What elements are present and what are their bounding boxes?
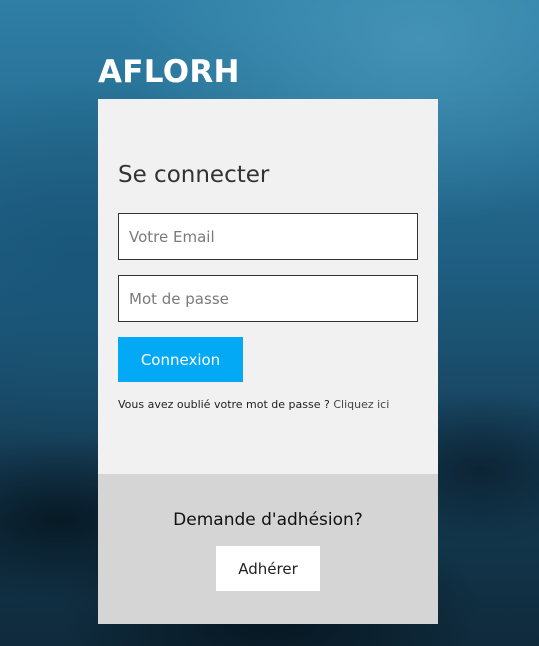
forgot-password-text: Vous avez oublié votre mot de passe ? — [118, 398, 330, 411]
email-input[interactable] — [118, 213, 418, 260]
login-button[interactable]: Connexion — [118, 337, 243, 382]
login-title: Se connecter — [118, 162, 270, 188]
brand-logo: AFLORH — [98, 54, 240, 90]
membership-panel: Demande d'adhésion? Adhérer — [98, 474, 438, 624]
forgot-password-line: Vous avez oublié votre mot de passe ? Cl… — [118, 397, 389, 413]
login-form: Se connecter Connexion Vous avez oublié … — [98, 99, 438, 474]
forgot-password-link[interactable]: Cliquez ici — [333, 398, 389, 411]
join-button[interactable]: Adhérer — [216, 546, 320, 591]
login-card: Se connecter Connexion Vous avez oublié … — [98, 99, 438, 624]
membership-title: Demande d'adhésion? — [173, 510, 363, 530]
password-input[interactable] — [118, 275, 418, 322]
